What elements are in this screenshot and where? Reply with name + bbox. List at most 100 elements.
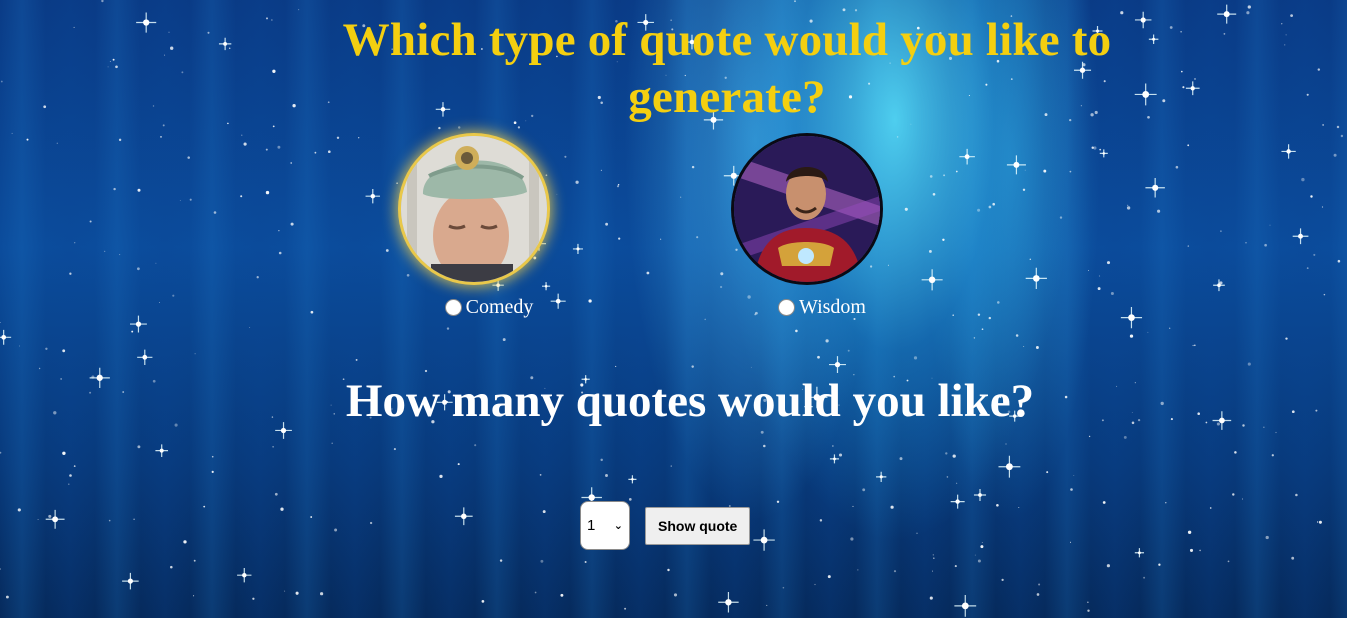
star xyxy=(69,474,72,477)
sparkle-core xyxy=(760,536,768,544)
sparkle-core xyxy=(1137,551,1141,555)
star xyxy=(499,559,503,562)
sparkle-core xyxy=(834,361,841,368)
star xyxy=(1036,593,1040,596)
star xyxy=(1091,146,1094,149)
star xyxy=(284,590,286,592)
sparkle-core xyxy=(978,493,982,497)
star xyxy=(439,474,443,479)
star xyxy=(193,595,195,597)
star xyxy=(1001,578,1004,582)
star xyxy=(932,554,934,556)
star xyxy=(1241,498,1244,500)
star xyxy=(616,185,620,188)
star xyxy=(517,126,521,129)
star xyxy=(832,445,834,447)
star xyxy=(1018,507,1020,508)
star xyxy=(278,230,280,232)
sparkle xyxy=(1120,307,1143,329)
star xyxy=(358,137,360,139)
sparkle-core xyxy=(1128,314,1135,321)
star xyxy=(760,430,764,434)
star xyxy=(0,451,2,454)
star xyxy=(1310,195,1313,198)
star xyxy=(249,326,251,329)
sparkle-core xyxy=(1142,90,1150,98)
star xyxy=(1291,556,1295,560)
sparkle xyxy=(829,454,839,464)
sparkle-core xyxy=(1223,11,1230,18)
star xyxy=(1097,287,1101,291)
star xyxy=(5,595,9,599)
star xyxy=(227,122,229,125)
star xyxy=(1098,275,1101,277)
comedy-radio[interactable] xyxy=(444,299,462,316)
star xyxy=(1147,331,1149,333)
star xyxy=(1069,541,1072,543)
star xyxy=(1322,124,1324,126)
show-quote-button[interactable]: Show quote xyxy=(645,506,751,545)
star xyxy=(1199,549,1201,552)
comedy-label[interactable]: Comedy xyxy=(466,296,534,319)
star xyxy=(38,367,41,370)
star xyxy=(539,474,542,476)
quote-count-select[interactable]: 1 ⌄ xyxy=(580,501,630,550)
star xyxy=(954,565,957,568)
star xyxy=(1333,153,1337,157)
star xyxy=(107,66,109,68)
wisdom-radio[interactable] xyxy=(778,299,795,316)
star xyxy=(1157,209,1161,213)
star xyxy=(101,0,104,3)
star xyxy=(271,19,273,21)
star xyxy=(68,483,70,485)
sparkle-core xyxy=(135,321,142,327)
star xyxy=(295,591,299,595)
star xyxy=(782,586,785,589)
star xyxy=(794,0,796,3)
star xyxy=(1102,501,1106,504)
sparkle-core xyxy=(127,578,133,584)
star xyxy=(1106,261,1111,265)
star xyxy=(857,569,859,571)
star xyxy=(48,514,52,518)
star xyxy=(43,105,47,109)
star xyxy=(1024,169,1026,171)
star xyxy=(187,156,190,159)
star xyxy=(159,302,160,303)
quote-choice-wisdom: Wisdom xyxy=(697,136,917,319)
star xyxy=(1192,344,1194,347)
star xyxy=(74,242,76,244)
star xyxy=(618,237,621,240)
star xyxy=(1285,337,1288,340)
quote-count-question: How many quotes would you like? xyxy=(345,375,1035,427)
star xyxy=(1336,125,1340,129)
star xyxy=(278,251,282,255)
star xyxy=(814,583,816,586)
star xyxy=(942,238,945,241)
sparkle-core xyxy=(961,602,969,610)
star xyxy=(1315,409,1318,412)
star xyxy=(1175,165,1179,169)
comedy-avatar-image[interactable] xyxy=(401,136,547,282)
star xyxy=(850,537,854,541)
sparkle-core xyxy=(1140,17,1146,23)
star xyxy=(1193,344,1196,347)
star xyxy=(457,126,461,129)
star xyxy=(1197,412,1200,415)
star xyxy=(540,559,544,563)
star xyxy=(228,47,231,50)
sparkle xyxy=(753,529,775,551)
star xyxy=(474,444,477,447)
star xyxy=(0,80,3,83)
star xyxy=(1295,493,1298,497)
star xyxy=(1059,216,1063,219)
star xyxy=(825,339,829,343)
star xyxy=(1275,431,1277,434)
star xyxy=(162,124,165,127)
wisdom-avatar-image[interactable] xyxy=(734,136,880,282)
star xyxy=(929,596,933,600)
star xyxy=(646,271,650,275)
wisdom-label[interactable]: Wisdom xyxy=(799,296,866,319)
star xyxy=(1219,281,1223,285)
star xyxy=(973,337,976,339)
